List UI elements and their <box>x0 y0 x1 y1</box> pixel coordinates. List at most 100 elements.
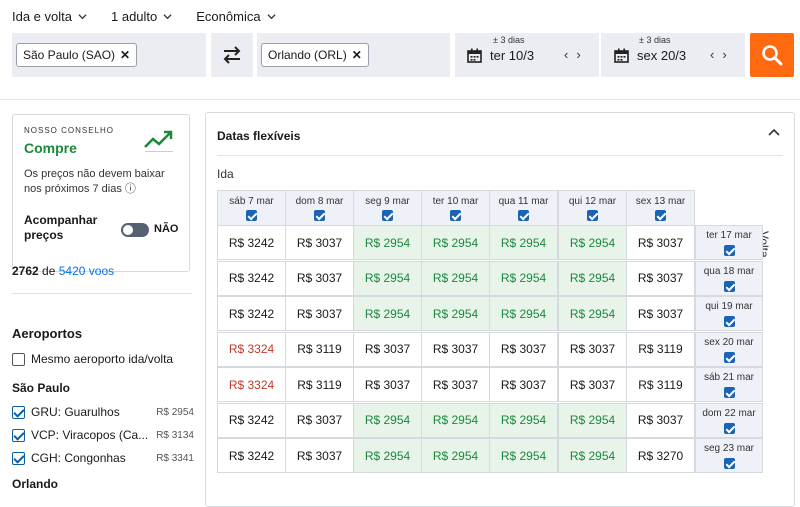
cabin-dropdown[interactable]: Econômica <box>196 9 276 24</box>
price-cell[interactable]: R$ 3270 <box>626 438 695 473</box>
price-cell[interactable]: R$ 2954 <box>421 296 490 331</box>
price-cell[interactable]: R$ 3037 <box>285 296 354 331</box>
price-cell[interactable]: R$ 3037 <box>626 260 695 296</box>
checkbox[interactable] <box>723 316 735 327</box>
price-cell[interactable]: R$ 3119 <box>285 331 354 367</box>
price-cell[interactable]: R$ 3037 <box>421 367 490 402</box>
price-cell[interactable]: R$ 3242 <box>217 296 286 331</box>
checkbox[interactable] <box>450 210 461 221</box>
price-cell[interactable]: R$ 2954 <box>489 225 558 260</box>
price-cell[interactable]: R$ 2954 <box>353 438 422 473</box>
return-date-row-header[interactable]: dom 22 mar <box>695 402 763 438</box>
price-cell[interactable]: R$ 2954 <box>353 260 422 296</box>
depart-date-column-header[interactable]: ter 10 mar <box>421 190 490 225</box>
remove-origin-icon[interactable]: ✕ <box>120 48 130 62</box>
price-cell[interactable]: R$ 3242 <box>217 402 286 438</box>
return-date-row-header[interactable]: ter 17 mar <box>695 225 763 260</box>
price-cell[interactable]: R$ 3037 <box>285 225 354 260</box>
price-cell[interactable]: R$ 3037 <box>285 260 354 296</box>
search-button[interactable] <box>750 33 794 77</box>
return-date-row-header[interactable]: sex 20 mar <box>695 331 763 367</box>
checkbox[interactable] <box>723 422 735 434</box>
price-cell[interactable]: R$ 2954 <box>558 225 627 260</box>
price-cell[interactable]: R$ 2954 <box>489 260 558 296</box>
price-cell[interactable]: R$ 3119 <box>626 331 695 367</box>
price-cell[interactable]: R$ 2954 <box>489 296 558 331</box>
airport-option[interactable]: CGH: Congonhas R$ 3341 <box>12 449 194 467</box>
price-cell[interactable]: R$ 2954 <box>558 438 627 473</box>
price-cell[interactable]: R$ 3242 <box>217 260 286 296</box>
return-date-row-header[interactable]: qui 19 mar <box>695 296 763 331</box>
checkbox[interactable] <box>12 451 25 465</box>
price-cell[interactable]: R$ 2954 <box>489 402 558 438</box>
checkbox[interactable] <box>655 210 666 221</box>
price-cell[interactable]: R$ 3037 <box>626 402 695 438</box>
price-cell[interactable]: R$ 3037 <box>489 367 558 402</box>
depart-date-field[interactable]: ± 3 dias ter 10/3 ‹› <box>455 33 599 77</box>
origin-field[interactable]: São Paulo (SAO) ✕ <box>12 33 206 77</box>
price-cell[interactable]: R$ 2954 <box>558 296 627 331</box>
return-date-row-header[interactable]: seg 23 mar <box>695 438 763 473</box>
price-cell[interactable]: R$ 2954 <box>421 438 490 473</box>
price-cell[interactable]: R$ 2954 <box>558 260 627 296</box>
passengers-dropdown[interactable]: 1 adulto <box>111 9 172 24</box>
chevron-up-icon[interactable] <box>768 127 780 139</box>
price-cell[interactable]: R$ 3037 <box>558 367 627 402</box>
return-date-row-header[interactable]: sáb 21 mar <box>695 367 763 402</box>
checkbox[interactable] <box>314 210 325 221</box>
price-cell[interactable]: R$ 3037 <box>626 225 695 260</box>
return-date-field[interactable]: ± 3 dias sex 20/3 ‹› <box>601 33 745 77</box>
price-cell[interactable]: R$ 2954 <box>421 260 490 296</box>
depart-date-column-header[interactable]: sáb 7 mar <box>217 190 286 225</box>
airport-option[interactable]: VCP: Viracopos (Ca... R$ 3134 <box>12 426 194 444</box>
return-date-stepper[interactable]: ‹› <box>710 47 735 62</box>
return-date-row-header[interactable]: qua 18 mar <box>695 260 763 296</box>
checkbox[interactable] <box>723 387 735 398</box>
price-cell[interactable]: R$ 3324 <box>217 367 286 402</box>
price-cell[interactable]: R$ 3037 <box>285 438 354 473</box>
price-cell[interactable]: R$ 3037 <box>558 331 627 367</box>
price-cell[interactable]: R$ 2954 <box>353 296 422 331</box>
airport-option[interactable]: GRU: Guarulhos R$ 2954 <box>12 403 194 421</box>
checkbox[interactable] <box>723 245 735 256</box>
depart-date-column-header[interactable]: qua 11 mar <box>489 190 558 225</box>
depart-date-stepper[interactable]: ‹› <box>564 47 589 62</box>
price-cell[interactable]: R$ 3037 <box>285 402 354 438</box>
price-cell[interactable]: R$ 3242 <box>217 438 286 473</box>
checkbox[interactable] <box>12 428 25 442</box>
checkbox[interactable] <box>382 210 393 221</box>
price-cell[interactable]: R$ 3119 <box>626 367 695 402</box>
swap-button[interactable] <box>211 33 253 77</box>
depart-date-column-header[interactable]: sex 13 mar <box>626 190 695 225</box>
price-cell[interactable]: R$ 2954 <box>421 402 490 438</box>
depart-date-column-header[interactable]: qui 12 mar <box>558 190 627 225</box>
price-cell[interactable]: R$ 2954 <box>421 225 490 260</box>
depart-date-column-header[interactable]: seg 9 mar <box>353 190 422 225</box>
same-airport-option[interactable]: Mesmo aeroporto ida/volta <box>12 350 194 368</box>
checkbox[interactable] <box>587 210 598 221</box>
price-cell[interactable]: R$ 3037 <box>626 296 695 331</box>
price-cell[interactable]: R$ 3119 <box>285 367 354 402</box>
checkbox[interactable] <box>246 210 257 221</box>
price-cell[interactable]: R$ 3037 <box>353 331 422 367</box>
price-cell[interactable]: R$ 2954 <box>558 402 627 438</box>
track-prices-toggle[interactable] <box>121 223 149 237</box>
price-cell[interactable]: R$ 2954 <box>353 225 422 260</box>
destination-field[interactable]: Orlando (ORL) ✕ <box>257 33 450 77</box>
price-cell[interactable]: R$ 3037 <box>489 331 558 367</box>
checkbox[interactable] <box>12 352 25 366</box>
checkbox[interactable] <box>723 280 735 292</box>
price-cell[interactable]: R$ 2954 <box>489 438 558 473</box>
checkbox[interactable] <box>12 405 25 419</box>
price-cell[interactable]: R$ 3242 <box>217 225 286 260</box>
trip-type-dropdown[interactable]: Ida e volta <box>12 9 87 24</box>
price-cell[interactable]: R$ 3037 <box>353 367 422 402</box>
checkbox[interactable] <box>723 458 735 469</box>
price-cell[interactable]: R$ 3037 <box>421 331 490 367</box>
info-icon[interactable]: ⓘ <box>125 183 136 195</box>
checkbox[interactable] <box>518 210 529 221</box>
price-cell[interactable]: R$ 3324 <box>217 331 286 367</box>
results-total-link[interactable]: 5420 voos <box>59 264 114 278</box>
price-cell[interactable]: R$ 2954 <box>353 402 422 438</box>
remove-destination-icon[interactable]: ✕ <box>352 48 362 62</box>
